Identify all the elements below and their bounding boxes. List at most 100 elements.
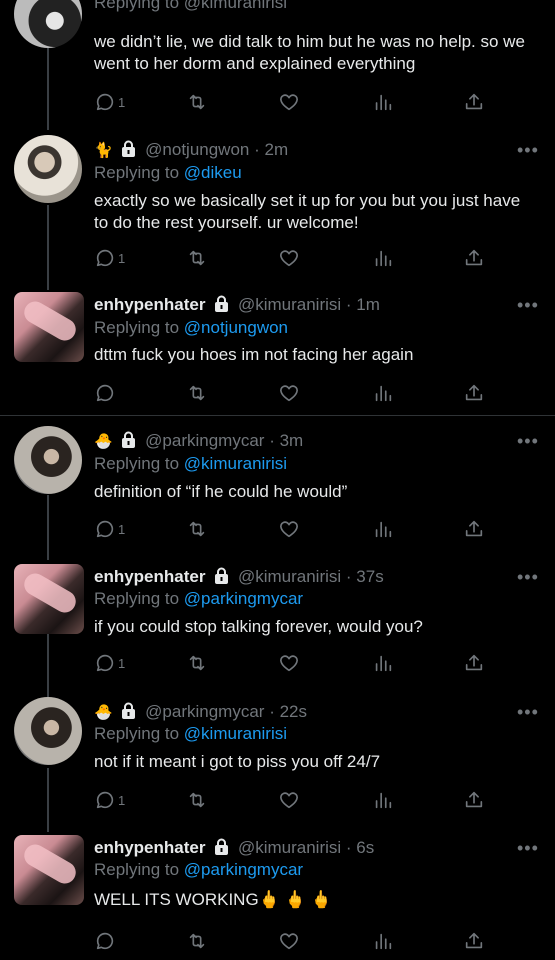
middle-finger-emoji: 🖕 🖕 🖕 (258, 890, 332, 909)
reply-context: Replying to @kimuranirisi (94, 453, 287, 475)
reply-icon (96, 384, 114, 402)
retweet-icon (189, 250, 205, 266)
avatar[interactable] (14, 697, 82, 765)
emoji-display-name: 🐣 (94, 433, 113, 450)
mention-link[interactable]: @notjungwon (184, 318, 288, 337)
views-button[interactable] (372, 517, 394, 541)
like-button[interactable] (278, 651, 300, 675)
lock-icon (122, 702, 136, 719)
share-button[interactable] (463, 381, 485, 405)
retweet-button[interactable] (186, 651, 208, 675)
tweet[interactable]: 🐣 @parkingmycar · 3m ••• Replying to @ki… (0, 426, 555, 551)
more-options-button[interactable]: ••• (517, 296, 539, 314)
like-button[interactable] (278, 788, 300, 812)
retweet-button[interactable] (186, 381, 208, 405)
timestamp[interactable]: · 3m (269, 431, 303, 450)
avatar[interactable] (14, 564, 84, 634)
tweet-text: if you could stop talking forever, would… (94, 617, 423, 636)
mention-link[interactable]: @parkingmycar (184, 589, 303, 608)
tweet[interactable]: 🐣 @parkingmycar · 22s ••• Replying to @k… (0, 697, 555, 822)
timestamp[interactable]: · 2m (254, 140, 288, 159)
handle[interactable]: @parkingmycar (145, 431, 264, 450)
like-button[interactable] (278, 929, 300, 953)
share-button[interactable] (463, 517, 485, 541)
views-button[interactable] (372, 246, 394, 270)
more-options-button[interactable]: ••• (517, 568, 539, 586)
reply-button[interactable]: 1 (94, 651, 125, 675)
like-button[interactable] (278, 90, 300, 114)
tweet-text: dttm fuck you hoes im not facing her aga… (94, 345, 414, 364)
share-button[interactable] (463, 788, 485, 812)
more-options-button[interactable]: ••• (517, 432, 539, 450)
avatar[interactable] (14, 135, 82, 203)
more-options-button[interactable]: ••• (517, 703, 539, 721)
retweet-button[interactable] (186, 929, 208, 953)
mention-link[interactable]: @dikeu (184, 163, 242, 182)
tweet[interactable]: 🐈 @notjungwon · 2m ••• Replying to @dike… (0, 135, 555, 270)
tweet-text-container: WELL ITS WORKING🖕 🖕 🖕 (94, 889, 534, 911)
mention-link[interactable]: @kimuranirisi (184, 454, 287, 473)
views-icon (375, 933, 392, 950)
reply-button[interactable]: 1 (94, 517, 125, 541)
handle[interactable]: @parkingmycar (145, 702, 264, 721)
avatar[interactable] (14, 292, 84, 362)
retweet-icon (189, 933, 205, 949)
reply-button[interactable]: 1 (94, 788, 125, 812)
share-button[interactable] (463, 651, 485, 675)
views-button[interactable] (372, 788, 394, 812)
retweet-button[interactable] (186, 788, 208, 812)
reply-button[interactable]: 1 (94, 90, 125, 114)
views-icon (375, 250, 392, 267)
timestamp[interactable]: · 6s (346, 838, 374, 857)
share-icon (465, 93, 483, 110)
reply-count: 1 (118, 655, 126, 671)
handle[interactable]: @kimuranirisi (238, 567, 341, 586)
share-icon (465, 520, 483, 537)
reply-button[interactable] (94, 929, 118, 953)
like-button[interactable] (278, 517, 300, 541)
reply-count: 1 (118, 792, 126, 808)
share-icon (465, 654, 483, 671)
timestamp[interactable]: · 22s (269, 702, 307, 721)
heart-icon (280, 655, 298, 672)
views-button[interactable] (372, 929, 394, 953)
handle[interactable]: @notjungwon (145, 140, 249, 159)
tweet[interactable]: enhypenhater @kimuranirisi · 6s ••• Repl… (0, 833, 555, 960)
retweet-button[interactable] (186, 517, 208, 541)
like-button[interactable] (278, 246, 300, 270)
tweet[interactable]: enhypenhater @kimuranirisi · 37s ••• Rep… (0, 562, 555, 687)
reply-button[interactable] (94, 381, 118, 405)
avatar[interactable] (14, 0, 82, 48)
tweet[interactable]: enhypenhater @kimuranirisi · 1m ••• Repl… (0, 290, 555, 410)
views-button[interactable] (372, 381, 394, 405)
tweet-top-partial[interactable]: Replying to @kimuranirisi we didn’t lie,… (0, 0, 555, 118)
reply-button[interactable]: 1 (94, 246, 125, 270)
reply-context: Replying to @kimuranirisi (94, 0, 287, 12)
like-button[interactable] (278, 381, 300, 405)
avatar[interactable] (14, 835, 84, 905)
retweet-button[interactable] (186, 246, 208, 270)
avatar[interactable] (14, 426, 82, 494)
views-button[interactable] (372, 651, 394, 675)
tweet-text: WELL ITS WORKING (94, 890, 259, 909)
handle[interactable]: @kimuranirisi (238, 838, 341, 857)
display-name[interactable]: enhypenhater (94, 567, 205, 586)
heart-icon (280, 933, 298, 950)
mention-link[interactable]: @kimuranirisi (184, 724, 287, 743)
share-button[interactable] (463, 929, 485, 953)
reply-context: Replying to @dikeu (94, 162, 242, 184)
share-button[interactable] (463, 90, 485, 114)
more-options-button[interactable]: ••• (517, 141, 539, 159)
timestamp[interactable]: · 37s (346, 567, 384, 586)
timestamp[interactable]: · 1m (346, 295, 380, 314)
reply-label: Replying to (94, 163, 180, 182)
handle[interactable]: @kimuranirisi (238, 295, 341, 314)
more-options-button[interactable]: ••• (517, 839, 539, 857)
retweet-button[interactable] (186, 90, 208, 114)
views-button[interactable] (372, 90, 394, 114)
share-button[interactable] (463, 246, 485, 270)
display-name[interactable]: enhypenhater (94, 295, 205, 314)
mention-link[interactable]: @parkingmycar (184, 860, 303, 879)
tweet-actions: 1 (94, 651, 494, 675)
display-name[interactable]: enhypenhater (94, 838, 205, 857)
